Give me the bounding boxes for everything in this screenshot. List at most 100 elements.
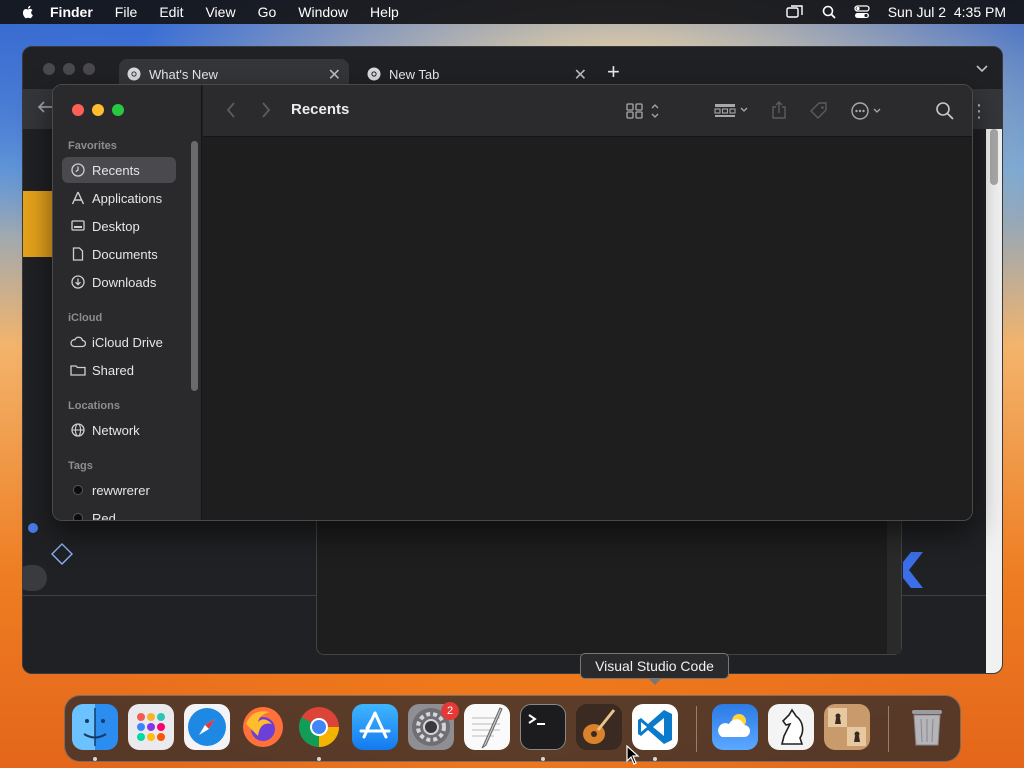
sidebar-item-tag-red[interactable]: Red [62, 505, 176, 520]
chess-knight-icon [780, 708, 804, 745]
menu-file[interactable]: File [115, 4, 138, 20]
section-favorites: Favorites [68, 140, 117, 152]
sidebar-item-label: Desktop [92, 218, 140, 234]
dock-app-safari[interactable] [184, 704, 230, 750]
dock-tooltip-arrow [648, 678, 662, 685]
sidebar-item-icloud-drive[interactable]: iCloud Drive [62, 329, 176, 355]
forward-chevron-icon[interactable] [260, 100, 272, 120]
menu-go[interactable]: Go [258, 4, 277, 20]
panel-scrollbar[interactable] [887, 515, 901, 654]
dock-app-launchpad[interactable] [128, 704, 174, 750]
carousel-dot[interactable] [28, 523, 38, 533]
page-scrollbar[interactable] [986, 129, 1002, 673]
chrome-close-button[interactable] [43, 63, 55, 75]
tag-icon[interactable] [809, 101, 829, 121]
back-chevron-icon[interactable] [225, 100, 237, 120]
finder-window: Favorites Recents Applications Desktop D… [52, 84, 973, 521]
tab-close-icon[interactable]: ✕ [574, 65, 587, 85]
menu-bar: Finder File Edit View Go Window Help Sun… [0, 0, 1024, 24]
page-scrollbar-thumb[interactable] [990, 129, 998, 185]
chrome-window-controls [43, 63, 95, 75]
menu-view[interactable]: View [205, 4, 235, 20]
share-icon[interactable] [771, 100, 787, 120]
sidebar-item-documents[interactable]: Documents [62, 241, 176, 267]
finder-close-button[interactable] [72, 104, 84, 116]
menubar-clock[interactable]: Sun Jul 2 4:35 PM [888, 4, 1006, 20]
sidebar-item-label: Documents [92, 246, 158, 262]
dock-app-textedit[interactable] [464, 704, 510, 750]
finder-window-controls [72, 104, 124, 116]
dock-app-firefox[interactable] [240, 704, 286, 750]
sidebar-item-downloads[interactable]: Downloads [62, 269, 176, 295]
dock-app-garageband[interactable] [576, 704, 622, 750]
sidebar-item-desktop[interactable]: Desktop [62, 213, 176, 239]
sidebar-item-label: Network [92, 422, 140, 438]
download-icon [70, 274, 86, 290]
chrome-zoom-button[interactable] [83, 63, 95, 75]
section-icloud: iCloud [68, 312, 103, 324]
terminal-prompt-icon [528, 714, 545, 725]
sidebar-item-label: Recents [92, 162, 140, 178]
sidebar-item-recents[interactable]: Recents [62, 157, 176, 183]
finder-content-area[interactable] [203, 138, 972, 520]
chevron-down-icon[interactable] [976, 65, 988, 73]
sidebar-scrollbar[interactable] [191, 141, 198, 391]
background-panel [316, 514, 902, 655]
chrome-minimize-button[interactable] [63, 63, 75, 75]
sidebar-item-network[interactable]: Network [62, 417, 176, 443]
sidebar-item-label: Downloads [92, 274, 157, 290]
running-indicator [541, 757, 545, 761]
finder-minimize-button[interactable] [92, 104, 104, 116]
firefox-icon [243, 707, 283, 747]
weather-icon [718, 714, 750, 737]
icon-view-grid-icon[interactable] [626, 102, 662, 120]
more-actions-icon[interactable] [850, 101, 886, 121]
dock-app-app-store[interactable] [352, 704, 398, 750]
desktop-icon [70, 218, 86, 234]
menu-help[interactable]: Help [370, 4, 399, 20]
dock-app-trash[interactable] [904, 704, 950, 750]
diamond-icon [51, 543, 73, 565]
group-by-icon[interactable] [714, 103, 750, 119]
dock-app-chess-board[interactable] [824, 704, 870, 750]
shared-folder-icon [70, 362, 86, 378]
back-arrow-icon[interactable] [37, 99, 53, 115]
dock-app-weather[interactable] [712, 704, 758, 750]
dock-app-chrome[interactable] [296, 704, 342, 750]
dock-app-finder[interactable] [72, 704, 118, 750]
dock-app-terminal[interactable] [520, 704, 566, 750]
page-banner-fragment [23, 191, 53, 257]
dock-app-chess[interactable] [768, 704, 814, 750]
screen-mirroring-icon[interactable] [786, 5, 804, 19]
page-shape-fragment [23, 565, 47, 591]
new-tab-button[interactable]: + [607, 59, 620, 85]
spotlight-search-icon[interactable] [822, 5, 836, 19]
running-indicator [653, 757, 657, 761]
document-icon [70, 246, 86, 262]
pen-paper-icon [472, 707, 503, 749]
control-center-icon[interactable] [854, 5, 870, 19]
finder-sidebar: Favorites Recents Applications Desktop D… [53, 85, 202, 520]
applications-icon [70, 190, 86, 206]
dock-separator [888, 706, 889, 752]
sidebar-item-tag-rewwrerer[interactable]: rewwrerer [62, 477, 176, 503]
menu-window[interactable]: Window [298, 4, 348, 20]
search-icon[interactable] [935, 101, 955, 121]
sidebar-item-applications[interactable]: Applications [62, 185, 176, 211]
apple-menu-icon[interactable] [20, 4, 36, 20]
app-store-icon [359, 711, 391, 739]
tag-color-dot [73, 485, 83, 495]
finder-window-title: Recents [291, 101, 350, 118]
menu-app-name[interactable]: Finder [50, 4, 93, 20]
finder-zoom-button[interactable] [112, 104, 124, 116]
trash-icon [912, 710, 942, 746]
tab-close-icon[interactable]: ✕ [328, 65, 341, 85]
section-tags: Tags [68, 460, 93, 472]
sidebar-item-shared[interactable]: Shared [62, 357, 176, 383]
cloud-icon [70, 334, 86, 350]
chrome-favicon-icon [367, 67, 381, 81]
dock-app-vscode[interactable] [632, 704, 678, 750]
chrome-icon [299, 707, 339, 747]
tab-label: New Tab [389, 66, 440, 82]
menu-edit[interactable]: Edit [159, 4, 183, 20]
